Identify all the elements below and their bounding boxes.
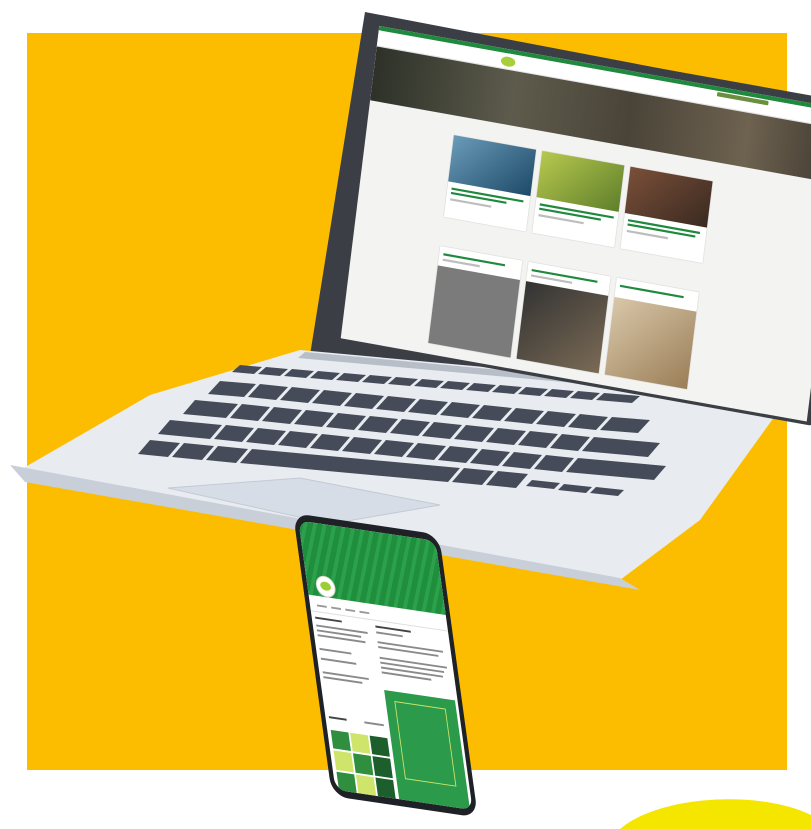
photo-grid [330,729,396,799]
text-line [364,721,384,727]
poster-frame [394,701,457,787]
key [454,425,494,442]
key [486,471,528,488]
photo-thumb[interactable] [375,777,396,799]
photo-thumb[interactable] [330,729,351,752]
key [362,375,392,384]
key [248,384,288,400]
key [550,434,590,451]
leaf-logo-icon [319,580,332,592]
key [183,400,238,418]
text-line [328,716,347,721]
key [294,410,334,427]
key [374,440,414,457]
key [172,443,214,460]
post-image[interactable] [384,689,470,810]
key [326,413,366,430]
key [470,449,510,466]
key [466,383,496,392]
key [590,487,624,496]
key [358,416,398,433]
key [440,402,480,418]
key [278,431,318,448]
key [438,446,478,463]
phone-tab[interactable] [331,606,342,610]
phone-tab[interactable] [316,604,327,608]
key [208,381,256,397]
key [486,428,526,445]
phone-tab[interactable] [359,610,370,615]
photo-thumb[interactable] [333,750,354,773]
promo-illustration [0,0,811,829]
key [336,373,366,382]
key [390,419,430,436]
text-line [320,657,357,665]
key [138,440,180,457]
photo-thumb[interactable] [372,756,393,778]
key [526,480,560,489]
text-line [319,647,352,655]
key [344,393,384,409]
key [582,437,660,457]
key [566,458,666,480]
key [558,484,592,493]
key [504,408,544,424]
key [502,452,542,469]
photo-thumb[interactable] [350,732,371,755]
key [570,391,600,400]
key [600,417,650,433]
key [388,377,418,386]
key [206,446,248,463]
key [342,437,382,454]
key [312,390,352,406]
key [414,379,444,388]
key [568,414,608,430]
key [230,404,270,421]
key [536,411,576,427]
key [376,396,416,412]
poster-title [404,728,443,734]
phone-tab[interactable] [345,608,356,613]
key [280,387,320,403]
photo-thumb[interactable] [336,771,357,793]
key [518,387,548,396]
key [440,381,470,390]
photo-thumb[interactable] [369,735,390,758]
text-line [315,616,342,623]
photo-thumb[interactable] [355,774,377,796]
photo-thumb[interactable] [353,753,374,776]
key [596,393,640,403]
key [232,365,262,374]
key [262,407,302,424]
key [472,405,512,421]
key [534,455,574,472]
key [246,428,286,445]
key [452,468,494,485]
key [158,420,222,439]
key [544,389,574,398]
key [310,371,340,380]
key [310,434,350,451]
text-line [376,631,403,638]
key [406,443,446,460]
avatar [314,574,337,599]
phone-cover [298,520,446,615]
key [492,385,522,394]
key [408,399,448,415]
key [258,367,288,376]
key [422,422,462,439]
key [284,369,314,378]
key [214,425,254,442]
key [518,431,558,448]
